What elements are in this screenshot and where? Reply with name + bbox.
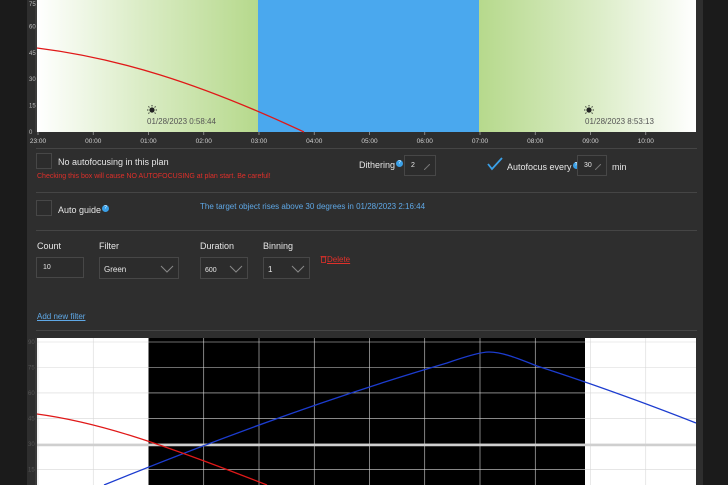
- x-tick-label: 03:00: [251, 138, 268, 145]
- rise-info-text: The target object rises above 30 degrees…: [200, 202, 426, 211]
- x-tick-label: 00:00: [85, 138, 102, 145]
- count-input[interactable]: 10: [36, 257, 84, 278]
- night-band: [148, 338, 585, 485]
- x-tick-label: 09:00: [582, 138, 599, 145]
- auto-guide-checkbox[interactable]: [36, 200, 52, 216]
- y-tick-label: 15: [29, 104, 36, 110]
- dusk-time-label: 01/28/2023 0:58:44: [147, 117, 217, 126]
- duration-select[interactable]: 600: [200, 257, 248, 279]
- no-autofocus-checkbox[interactable]: [36, 153, 52, 169]
- x-tick-label: 08:00: [527, 138, 544, 145]
- auto-guide-label: Auto guide?: [58, 205, 110, 215]
- x-tick-label: 05:00: [361, 138, 378, 145]
- autofocus-checkmark-icon[interactable]: [487, 157, 503, 171]
- y-tick-label: 60: [29, 24, 36, 30]
- chevron-down-icon: [160, 265, 174, 273]
- stepper-icon: [424, 164, 430, 170]
- dithering-help-icon[interactable]: ?: [396, 160, 404, 167]
- chevron-down-icon: [229, 265, 243, 273]
- filter-select[interactable]: Green: [99, 257, 179, 279]
- y-axis-ticks: 90 75 60 45 30 15: [28, 340, 35, 473]
- add-new-filter-link[interactable]: Add new filter: [37, 312, 85, 321]
- dusk-twilight-band: [37, 0, 258, 132]
- dithering-input[interactable]: 2: [404, 155, 436, 176]
- no-autofocus-warning: Checking this box will cause NO AUTOFOCU…: [37, 173, 271, 180]
- x-tick-label: 04:00: [306, 138, 323, 145]
- astronomical-night-band: [258, 0, 479, 132]
- y-tick-label: 30: [28, 442, 35, 448]
- y-tick-label: 75: [28, 365, 35, 371]
- binning-select[interactable]: 1: [263, 257, 310, 279]
- autofocus-unit: min: [612, 162, 627, 172]
- binning-label: Binning: [263, 241, 294, 251]
- x-tick-label: 07:00: [472, 138, 489, 145]
- dithering-label: Dithering?: [359, 160, 404, 170]
- chevron-down-icon: [291, 265, 305, 273]
- y-tick-label: 60: [28, 391, 35, 397]
- target-altitude-chart: 90 75 60 45 30 15: [28, 338, 697, 485]
- y-tick-label: 15: [28, 467, 35, 473]
- trash-icon: [320, 256, 327, 263]
- x-tick-label: 06:00: [417, 138, 434, 145]
- divider: [36, 192, 697, 193]
- y-tick-label: 0: [29, 130, 33, 136]
- divider: [36, 148, 697, 149]
- y-tick-label: 75: [29, 2, 36, 8]
- y-tick-label: 90: [28, 340, 35, 346]
- auto-guide-help-icon[interactable]: ?: [102, 205, 110, 212]
- no-autofocus-label: No autofocusing in this plan: [58, 157, 169, 167]
- autofocus-label: Autofocus every?: [507, 162, 580, 172]
- duration-label: Duration: [200, 241, 235, 251]
- x-tick-label: 23:00: [30, 138, 47, 145]
- count-label: Count: [37, 241, 62, 251]
- stepper-icon: [595, 164, 601, 170]
- night-visibility-chart: 75 60 45 30 15 0 23:00 00:00 01:00 02:00 03:00 04:…: [29, 0, 696, 145]
- y-tick-label: 30: [29, 77, 36, 83]
- x-tick-label: 02:00: [196, 138, 213, 145]
- y-tick-label: 45: [28, 416, 35, 422]
- x-tick-label: 10:00: [638, 138, 655, 145]
- divider: [36, 330, 697, 331]
- dawn-twilight-band: [479, 0, 696, 132]
- filter-label: Filter: [99, 241, 119, 251]
- y-tick-label: 45: [29, 51, 36, 57]
- autofocus-interval-input[interactable]: 30: [577, 155, 607, 176]
- x-tick-label: 01:00: [140, 138, 157, 145]
- dawn-time-label: 01/28/2023 8:53:13: [585, 117, 655, 126]
- divider: [36, 230, 697, 231]
- x-axis-ticks: 23:00 00:00 01:00 02:00 03:00 04:00 05:00 06:00…: [30, 132, 654, 145]
- delete-filter-button[interactable]: Delete: [320, 255, 350, 264]
